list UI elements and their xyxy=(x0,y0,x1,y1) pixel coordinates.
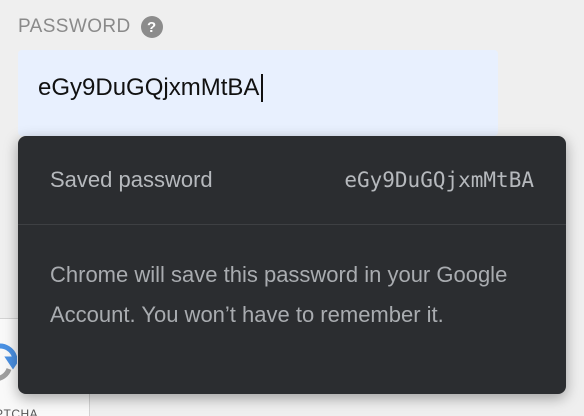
password-input-value: eGy9DuGQjxmMtBA xyxy=(38,74,260,101)
saved-password-row[interactable]: Saved password eGy9DuGQjxmMtBA xyxy=(18,136,566,225)
text-caret xyxy=(261,74,264,102)
page: PASSWORD ? eGy9DuGQjxmMtBA PTCHA Saved p… xyxy=(0,0,584,416)
help-icon[interactable]: ? xyxy=(140,16,163,38)
recaptcha-logo-icon xyxy=(0,343,17,381)
saved-password-label: Saved password xyxy=(50,167,213,192)
password-input[interactable]: eGy9DuGQjxmMtBA xyxy=(18,50,498,136)
password-label: PASSWORD xyxy=(18,16,131,37)
save-password-note: Chrome will save this password in your G… xyxy=(50,262,508,327)
password-suggestion-popup: Saved password eGy9DuGQjxmMtBA Chrome wi… xyxy=(18,136,566,394)
saved-password-value: eGy9DuGQjxmMtBA xyxy=(344,168,534,192)
password-label-row: PASSWORD ? xyxy=(18,14,163,40)
recaptcha-label: PTCHA xyxy=(0,407,39,416)
